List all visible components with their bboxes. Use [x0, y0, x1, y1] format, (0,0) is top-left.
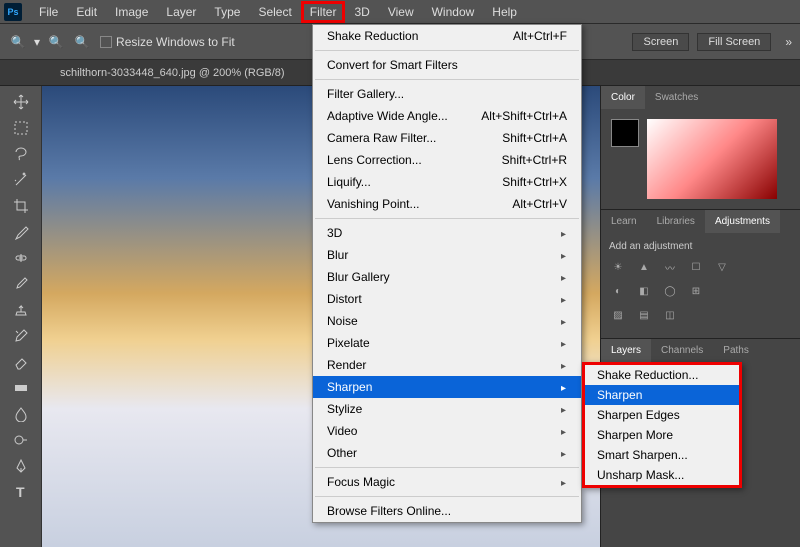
learn-tab[interactable]: Learn: [601, 210, 647, 233]
filter-video[interactable]: Video: [313, 420, 581, 442]
exposure-adjustment-icon[interactable]: ☐: [687, 258, 705, 276]
panel-collapse-icon[interactable]: »: [785, 35, 792, 49]
add-adjustment-label: Add an adjustment: [609, 241, 792, 252]
eyedropper-tool-icon[interactable]: [9, 220, 33, 244]
dropdown-arrow-icon[interactable]: ▾: [34, 35, 40, 49]
type-tool-icon[interactable]: T: [9, 480, 33, 504]
menu-layer[interactable]: Layer: [157, 1, 205, 23]
swatches-tab[interactable]: Swatches: [645, 86, 708, 109]
threshold-adjustment-icon[interactable]: ◫: [661, 306, 679, 324]
clone-stamp-tool-icon[interactable]: [9, 298, 33, 322]
paths-tab[interactable]: Paths: [713, 339, 759, 362]
menu-image[interactable]: Image: [106, 1, 157, 23]
vibrance-adjustment-icon[interactable]: ▽: [713, 258, 731, 276]
libraries-tab[interactable]: Libraries: [647, 210, 705, 233]
filter-3d[interactable]: 3D: [313, 222, 581, 244]
magic-wand-tool-icon[interactable]: [9, 168, 33, 192]
layers-tab[interactable]: Layers: [601, 339, 651, 362]
levels-adjustment-icon[interactable]: ▲: [635, 258, 653, 276]
filter-lens-correction[interactable]: Lens Correction...Shift+Ctrl+R: [313, 149, 581, 171]
filter-stylize[interactable]: Stylize: [313, 398, 581, 420]
menu-select[interactable]: Select: [249, 1, 300, 23]
posterize-adjustment-icon[interactable]: ▤: [635, 306, 653, 324]
filter-noise[interactable]: Noise: [313, 310, 581, 332]
svg-text:T: T: [16, 484, 25, 500]
hue-adjustment-icon[interactable]: ◐: [609, 282, 627, 300]
sharpen-edges[interactable]: Sharpen Edges: [585, 405, 739, 425]
dodge-tool-icon[interactable]: [9, 428, 33, 452]
healing-brush-tool-icon[interactable]: [9, 246, 33, 270]
menu-help[interactable]: Help: [483, 1, 526, 23]
filter-convert-smart[interactable]: Convert for Smart Filters: [313, 54, 581, 76]
sharpen-sharpen[interactable]: Sharpen: [585, 385, 739, 405]
document-tab[interactable]: schilthorn-3033448_640.jpg @ 200% (RGB/8…: [50, 62, 295, 84]
filter-last-item[interactable]: Shake ReductionAlt+Ctrl+F: [313, 25, 581, 47]
invert-adjustment-icon[interactable]: ▨: [609, 306, 627, 324]
bw-adjustment-icon[interactable]: ◧: [635, 282, 653, 300]
blur-tool-icon[interactable]: [9, 402, 33, 426]
filter-sharpen[interactable]: Sharpen: [313, 376, 581, 398]
channel-mixer-icon[interactable]: ⊞: [687, 282, 705, 300]
filter-camera-raw[interactable]: Camera Raw Filter...Shift+Ctrl+A: [313, 127, 581, 149]
history-brush-tool-icon[interactable]: [9, 324, 33, 348]
filter-blur-gallery[interactable]: Blur Gallery: [313, 266, 581, 288]
filter-gallery[interactable]: Filter Gallery...: [313, 83, 581, 105]
sharpen-shake-reduction[interactable]: Shake Reduction...: [585, 365, 739, 385]
filter-browse-online[interactable]: Browse Filters Online...: [313, 500, 581, 522]
move-tool-icon[interactable]: [9, 90, 33, 114]
filter-render[interactable]: Render: [313, 354, 581, 376]
pen-tool-icon[interactable]: [9, 454, 33, 478]
color-gradient-picker[interactable]: [647, 119, 777, 199]
color-tab[interactable]: Color: [601, 86, 645, 109]
zoom-tool-icon[interactable]: 🔍: [8, 32, 28, 52]
filter-focus-magic[interactable]: Focus Magic: [313, 471, 581, 493]
menu-window[interactable]: Window: [423, 1, 484, 23]
marquee-tool-icon[interactable]: [9, 116, 33, 140]
sharpen-more[interactable]: Sharpen More: [585, 425, 739, 445]
filter-vanishing-point[interactable]: Vanishing Point...Alt+Ctrl+V: [313, 193, 581, 215]
photoshop-logo-icon: Ps: [4, 3, 22, 21]
sharpen-unsharp-mask[interactable]: Unsharp Mask...: [585, 465, 739, 485]
menu-file[interactable]: File: [30, 1, 67, 23]
filter-blur[interactable]: Blur: [313, 244, 581, 266]
menubar: Ps File Edit Image Layer Type Select Fil…: [0, 0, 800, 24]
menu-3d[interactable]: 3D: [345, 1, 378, 23]
zoom-in-icon[interactable]: 🔍: [46, 32, 66, 52]
foreground-color-swatch[interactable]: [611, 119, 639, 147]
adjustments-tab[interactable]: Adjustments: [705, 210, 780, 233]
screen-button[interactable]: Screen: [632, 33, 689, 51]
filter-dropdown-menu: Shake ReductionAlt+Ctrl+F Convert for Sm…: [312, 24, 582, 523]
filter-pixelate[interactable]: Pixelate: [313, 332, 581, 354]
zoom-out-icon[interactable]: 🔍: [72, 32, 92, 52]
photo-filter-icon[interactable]: ◯: [661, 282, 679, 300]
gradient-tool-icon[interactable]: [9, 376, 33, 400]
curves-adjustment-icon[interactable]: 〰: [661, 258, 679, 276]
filter-distort[interactable]: Distort: [313, 288, 581, 310]
tools-panel: T: [0, 86, 42, 547]
menu-filter[interactable]: Filter: [301, 1, 346, 23]
fill-screen-button[interactable]: Fill Screen: [697, 33, 771, 51]
filter-other[interactable]: Other: [313, 442, 581, 464]
sharpen-submenu: Shake Reduction... Sharpen Sharpen Edges…: [582, 362, 742, 488]
menu-type[interactable]: Type: [205, 1, 249, 23]
sharpen-smart[interactable]: Smart Sharpen...: [585, 445, 739, 465]
filter-adaptive-wide[interactable]: Adaptive Wide Angle...Alt+Shift+Ctrl+A: [313, 105, 581, 127]
menu-edit[interactable]: Edit: [67, 1, 106, 23]
menu-view[interactable]: View: [379, 1, 423, 23]
color-panel: [601, 109, 800, 209]
crop-tool-icon[interactable]: [9, 194, 33, 218]
eraser-tool-icon[interactable]: [9, 350, 33, 374]
resize-windows-checkbox[interactable]: Resize Windows to Fit: [100, 35, 235, 49]
lasso-tool-icon[interactable]: [9, 142, 33, 166]
channels-tab[interactable]: Channels: [651, 339, 713, 362]
brightness-adjustment-icon[interactable]: ☀: [609, 258, 627, 276]
filter-liquify[interactable]: Liquify...Shift+Ctrl+X: [313, 171, 581, 193]
brush-tool-icon[interactable]: [9, 272, 33, 296]
